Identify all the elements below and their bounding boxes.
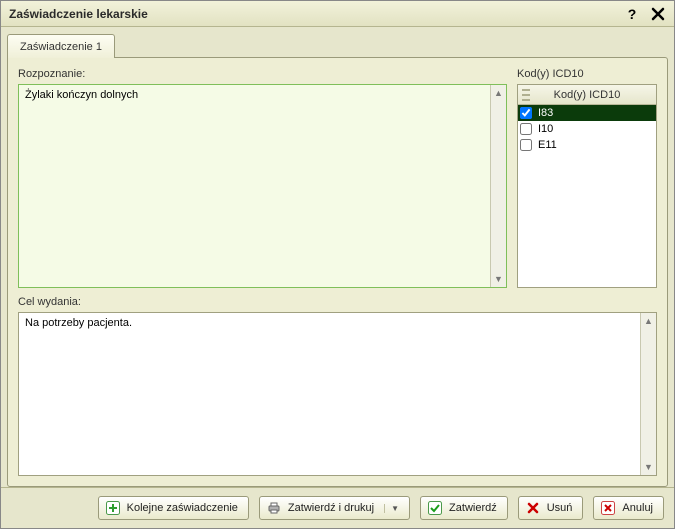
icd-box: Kod(y) ICD10 I83 I10 E11: [517, 84, 657, 288]
tab-label: Zaświadczenie 1: [20, 41, 102, 53]
cancel-button[interactable]: Anuluj: [593, 496, 664, 520]
window: Zaświadczenie lekarskie ? Zaświadczenie …: [0, 0, 675, 529]
icd-row[interactable]: I83: [518, 105, 656, 121]
button-label: Zatwierdź: [449, 502, 497, 514]
scrollbar[interactable]: ▲ ▼: [640, 313, 656, 475]
next-certificate-button[interactable]: Kolejne zaświadczenie: [98, 496, 249, 520]
button-label: Anuluj: [622, 502, 653, 514]
printer-icon: [266, 500, 282, 516]
diagnosis-label: Rozpoznanie:: [18, 68, 507, 80]
delete-button[interactable]: Usuń: [518, 496, 584, 520]
grip-icon: [522, 89, 530, 101]
icd-field: Kod(y) ICD10 Kod(y) ICD10 I83 I10 E11: [517, 68, 657, 288]
close-button[interactable]: [648, 4, 668, 24]
icd-code: I10: [536, 123, 654, 135]
purpose-textarea-wrap: ▲ ▼: [18, 312, 657, 476]
scroll-up-icon: ▲: [641, 313, 656, 329]
approve-button[interactable]: Zatwierdź: [420, 496, 508, 520]
icd-checkbox[interactable]: [520, 107, 532, 119]
icd-list: I83 I10 E11: [518, 105, 656, 287]
icd-row[interactable]: E11: [518, 137, 656, 153]
button-label: Kolejne zaświadczenie: [127, 502, 238, 514]
row-diag-icd: Rozpoznanie: ▲ ▼ Kod(y) ICD10: [18, 68, 657, 288]
purpose-field: Cel wydania: ▲ ▼: [18, 296, 657, 476]
icd-row[interactable]: I10: [518, 121, 656, 137]
button-label: Usuń: [547, 502, 573, 514]
scrollbar[interactable]: ▲ ▼: [490, 85, 506, 287]
tabstrip: Zaświadczenie 1: [7, 33, 668, 57]
close-icon: [651, 7, 665, 21]
icd-label: Kod(y) ICD10: [517, 68, 657, 80]
diagnosis-field: Rozpoznanie: ▲ ▼: [18, 68, 507, 288]
body: Zaświadczenie 1 Rozpoznanie: ▲ ▼ Kod: [1, 27, 674, 487]
check-icon: [427, 500, 443, 516]
diagnosis-textarea[interactable]: [18, 84, 507, 288]
window-title: Zaświadczenie lekarskie: [9, 7, 616, 21]
plus-icon: [105, 500, 121, 516]
purpose-label: Cel wydania:: [18, 296, 657, 308]
titlebar: Zaświadczenie lekarskie ?: [1, 1, 674, 27]
icd-checkbox[interactable]: [520, 139, 532, 151]
icd-code: E11: [536, 139, 654, 151]
tabpage: Rozpoznanie: ▲ ▼ Kod(y) ICD10: [7, 57, 668, 487]
scroll-down-icon: ▼: [491, 271, 506, 287]
button-label: Zatwierdź i drukuj: [288, 502, 374, 514]
purpose-textarea[interactable]: [18, 312, 657, 476]
diagnosis-textarea-wrap: ▲ ▼: [18, 84, 507, 288]
tab-zaswiadczenie-1[interactable]: Zaświadczenie 1: [7, 34, 115, 58]
icd-checkbox[interactable]: [520, 123, 532, 135]
dropdown-arrow-icon[interactable]: ▼: [384, 504, 399, 513]
scroll-down-icon: ▼: [641, 459, 656, 475]
footer: Kolejne zaświadczenie Zatwierdź i drukuj…: [1, 487, 674, 528]
icd-column-label: Kod(y) ICD10: [554, 89, 621, 101]
x-red-icon: [525, 500, 541, 516]
help-button[interactable]: ?: [622, 4, 642, 24]
icd-column-header[interactable]: Kod(y) ICD10: [518, 85, 656, 105]
x-box-icon: [600, 500, 616, 516]
scroll-up-icon: ▲: [491, 85, 506, 101]
icd-code: I83: [536, 107, 654, 119]
approve-print-button[interactable]: Zatwierdź i drukuj ▼: [259, 496, 410, 520]
